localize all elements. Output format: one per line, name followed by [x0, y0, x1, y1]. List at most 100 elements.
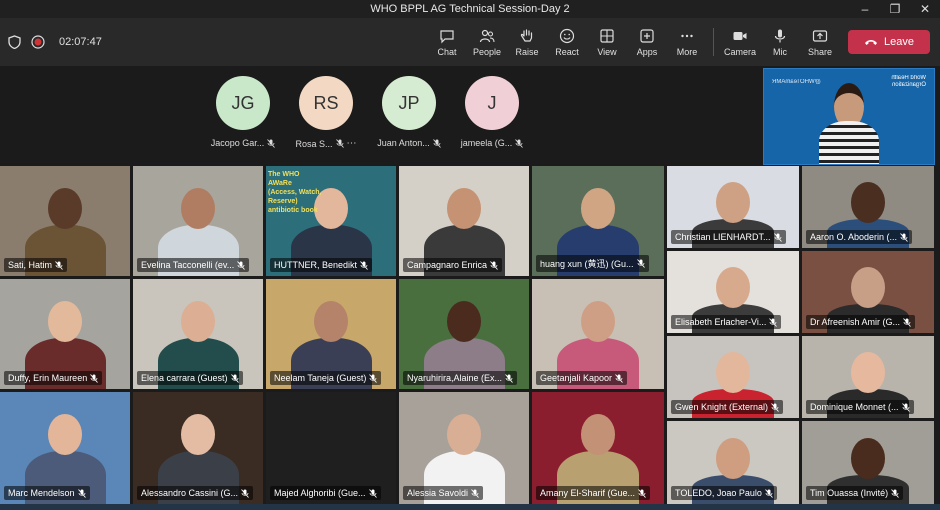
chat-label: Chat: [437, 46, 457, 57]
mic-muted-icon: [901, 402, 910, 412]
participant-name-tag: Marc Mendelson: [4, 486, 90, 500]
participant-video-tile[interactable]: Dr Afreenish Amir (G...: [802, 251, 934, 333]
participant-name: Dominique Monnet (...: [810, 402, 899, 412]
mic-muted-icon: [241, 488, 249, 498]
share-icon: [812, 29, 828, 42]
participant-video-tile[interactable]: Aaron O. Aboderin (...: [802, 166, 934, 248]
participant-video-tile[interactable]: Campagnaro Enrica: [399, 166, 529, 276]
participant-video-tile[interactable]: Alessia Savoldi: [399, 392, 529, 504]
participant-avatar[interactable]: RS Rosa S... ⋯: [296, 76, 357, 149]
participant-name: Duffy, Erin Maureen: [8, 373, 88, 383]
more-button[interactable]: More: [667, 20, 707, 64]
minimize-icon[interactable]: –: [850, 0, 880, 18]
camera-icon: [733, 31, 747, 40]
participant-video-tile[interactable]: Amany El-Sharif (Gue...: [532, 392, 664, 504]
avatar: JP: [382, 76, 436, 130]
participant-video-tile[interactable]: The WHO AWaRe (Access, Watch, Reserve) a…: [266, 166, 396, 276]
participant-name-tag: huang xun (黄迅) (Gu...: [536, 255, 649, 272]
who-handle-text: @WHOTeamAMR: [772, 79, 821, 85]
participant-video-tile[interactable]: TOLEDO, Joao Paulo: [667, 421, 799, 504]
participant-face: [581, 414, 615, 455]
participant-avatar[interactable]: JP Juan Anton...: [377, 76, 441, 149]
grid-view-icon: [600, 28, 614, 43]
participant-face: [716, 182, 750, 223]
mic-label: Mic: [773, 46, 787, 57]
participant-video-tile[interactable]: huang xun (黄迅) (Gu...: [532, 166, 664, 276]
mic-muted-icon: [237, 260, 246, 270]
participant-face: [48, 414, 82, 455]
apps-icon: [640, 28, 654, 43]
participant-name-tag: Alessia Savoldi: [403, 486, 484, 500]
apps-button[interactable]: Apps: [627, 20, 667, 64]
meeting-toolbar: 02:07:47 Chat People Raise React View Ap…: [0, 18, 940, 66]
mic-muted-icon: [636, 259, 645, 268]
participant-face: [851, 438, 885, 479]
chat-button[interactable]: Chat: [427, 20, 467, 64]
participant-video-tile[interactable]: Evelina Tacconelli (ev...: [133, 166, 263, 276]
participant-name-tag: Dominique Monnet (...: [806, 400, 914, 414]
participant-video-tile[interactable]: Sati, Hatim: [0, 166, 130, 276]
participant-face: [181, 414, 215, 455]
participant-name: Evelina Tacconelli (ev...: [141, 260, 235, 270]
participant-video-tile[interactable]: Tim Ouassa (Invité): [802, 421, 934, 504]
participant-name: Elisabeth Erlacher-Vi...: [675, 317, 767, 327]
participant-name-tag: Neelam Taneja (Guest): [270, 371, 382, 385]
participant-video-tile[interactable]: Duffy, Erin Maureen: [0, 279, 130, 389]
participant-video-tile[interactable]: Majed Alghoribi (Gue...: [266, 392, 396, 504]
participant-video-tile[interactable]: Dominique Monnet (...: [802, 336, 934, 418]
participant-video-tile[interactable]: Christian LIENHARDT...: [667, 166, 799, 248]
participant-face: [48, 188, 82, 229]
participant-face: [716, 267, 750, 308]
react-label: React: [555, 46, 579, 57]
participant-avatar[interactable]: JG Jacopo Gar...: [211, 76, 276, 149]
participant-name-tag: Campagnaro Enrica: [403, 258, 503, 272]
participant-name-tag: Geetanjali Kapoor: [536, 371, 628, 385]
participant-name: HUTTNER, Benedikt: [274, 260, 358, 270]
participant-avatar[interactable]: J jameela (G...: [460, 76, 524, 149]
participant-name-tag: HUTTNER, Benedikt: [270, 258, 373, 272]
restore-icon[interactable]: ❐: [880, 0, 910, 18]
people-button[interactable]: People: [467, 20, 507, 64]
participant-video-tile[interactable]: Elisabeth Erlacher-Vi...: [667, 251, 799, 333]
mic-muted-icon: [903, 317, 911, 327]
mic-muted-icon: [769, 317, 778, 327]
view-button[interactable]: View: [587, 20, 627, 64]
participant-name-tag: Gwen Knight (External): [671, 400, 784, 414]
participant-face: [581, 301, 615, 342]
os-taskbar: [0, 504, 940, 510]
react-button[interactable]: React: [547, 20, 587, 64]
audio-only-participants: JG Jacopo Gar... RS Rosa S... ⋯ JP Juan A…: [211, 76, 524, 149]
raise-hand-button[interactable]: Raise: [507, 20, 547, 64]
participant-video-tile[interactable]: Marc Mendelson: [0, 392, 130, 504]
participant-name-tag: TOLEDO, Joao Paulo: [671, 486, 777, 500]
participant-video-tile[interactable]: Geetanjali Kapoor: [532, 279, 664, 389]
window-title: WHO BPPL AG Technical Session-Day 2: [370, 3, 570, 15]
meeting-stage: JG Jacopo Gar... RS Rosa S... ⋯ JP Juan A…: [0, 66, 940, 510]
participant-name-tag: Sati, Hatim: [4, 258, 68, 272]
participant-face: [447, 301, 481, 342]
participant-video-tile[interactable]: Neelam Taneja (Guest): [266, 279, 396, 389]
mic-button[interactable]: Mic: [760, 20, 800, 64]
share-button[interactable]: Share: [800, 20, 840, 64]
participant-video-tile[interactable]: Nyaruhirira,Alaine (Ex...: [399, 279, 529, 389]
book-cover-text: The WHO AWaRe (Access, Watch, Reserve) a…: [268, 171, 322, 214]
participant-name-tag: Elena carrara (Guest): [137, 371, 243, 385]
avatar-initials: J: [487, 92, 497, 113]
mic-muted-icon: [638, 488, 646, 498]
more-options-icon[interactable]: ⋯: [347, 138, 357, 149]
mic-muted-icon: [369, 373, 378, 383]
presenter-video[interactable]: World Health Organization @WHOTeamAMR: [763, 68, 935, 165]
participant-video-tile[interactable]: Alessandro Cassini (G...: [133, 392, 263, 504]
leave-button[interactable]: Leave: [848, 30, 930, 54]
participant-video-tile[interactable]: Elena carrara (Guest): [133, 279, 263, 389]
microphone-icon: [774, 29, 786, 42]
shield-icon[interactable]: [8, 35, 21, 49]
camera-button[interactable]: Camera: [720, 20, 760, 64]
participant-name: Christian LIENHARDT...: [675, 232, 771, 242]
window-titlebar: WHO BPPL AG Technical Session-Day 2 – ❐ …: [0, 0, 940, 18]
participant-video-tile[interactable]: Gwen Knight (External): [667, 336, 799, 418]
close-icon[interactable]: ✕: [910, 0, 940, 18]
participant-name: jameela (G...: [460, 138, 513, 148]
view-label: View: [597, 46, 617, 57]
participant-name: Sati, Hatim: [8, 260, 53, 270]
